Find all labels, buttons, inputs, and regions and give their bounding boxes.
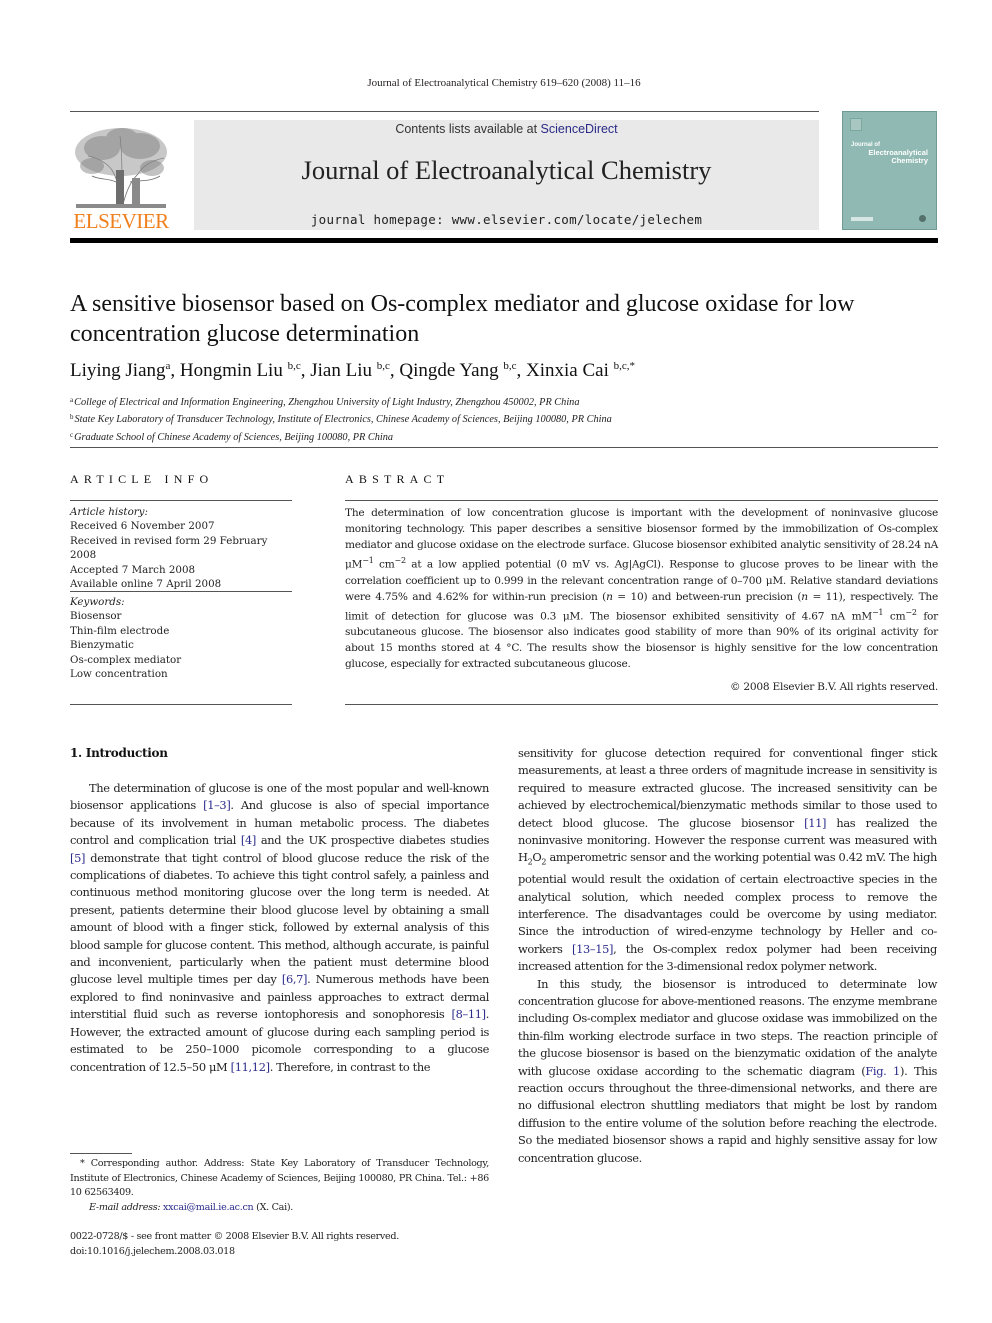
citation-link[interactable]: [5] (70, 851, 85, 865)
history-list: Received 6 November 2007 Received in revi… (70, 519, 292, 591)
article-title: A sensitive biosensor based on Os-comple… (70, 291, 855, 347)
corresponding-author-footnote: * Corresponding author. Address: State K… (70, 1157, 489, 1215)
cover-footer-logo (851, 217, 873, 221)
elsevier-wordmark: ELSEVIER (73, 209, 169, 233)
email-suffix: (X. Cai). (253, 1201, 294, 1213)
keywords-block: Keywords: Biosensor Thin-film electrode Bi… (70, 595, 292, 681)
author-name[interactable]: Hongmin Liu (180, 360, 288, 381)
abstract-bottom-rule (345, 704, 938, 705)
sciencedirect-link[interactable]: ScienceDirect (541, 122, 618, 136)
article-history: Article history: Received 6 November 200… (70, 505, 292, 591)
citation-link[interactable]: [6,7] (282, 972, 308, 986)
author-affiliation-marker[interactable]: b,c (377, 360, 390, 372)
paragraph: In this study, the biosensor is introduc… (518, 976, 937, 1165)
citation-link[interactable]: [13–15] (572, 942, 613, 956)
author-affiliation-marker[interactable]: b,c (503, 360, 516, 372)
running-head: Journal of Electroanalytical Chemistry 6… (367, 77, 641, 89)
history-label: Article history: (70, 506, 148, 518)
article-info-bottom-rule (70, 704, 292, 705)
citation-link[interactable]: [8–11] (451, 1007, 486, 1021)
author-name[interactable]: Xinxia Cai (526, 360, 614, 381)
header-thick-rule (70, 238, 938, 243)
citation-link[interactable]: [1–3] (203, 798, 231, 812)
keyword-item: Bienzymatic (70, 639, 134, 652)
keyword-item: Os-complex mediator (70, 653, 182, 666)
author-name[interactable]: Jian Liu (310, 360, 377, 381)
paragraph: sensitivity for glucose detection requir… (518, 746, 937, 974)
email-label: E-mail address: (89, 1201, 161, 1213)
issn-line: 0022-0728/$ - see front matter © 2008 El… (70, 1231, 400, 1242)
citation-link[interactable]: [11,12] (231, 1060, 270, 1074)
affiliation: cGraduate School of Chinese Academy of S… (70, 430, 394, 443)
body-column-right: sensitivity for glucose detection requir… (518, 745, 937, 1167)
author-affiliation-marker[interactable]: b,c (288, 360, 301, 372)
history-item: Received 6 November 2007 (70, 520, 215, 533)
author-name[interactable]: Liying Jiang (70, 360, 166, 381)
footnote-rule (70, 1153, 132, 1154)
abstract-text: The determination of low concentration g… (345, 507, 939, 671)
paragraph: The determination of glucose is one of t… (70, 781, 490, 1074)
cover-footer-seal-icon (919, 215, 926, 222)
author-affiliation-marker[interactable]: a (166, 360, 171, 372)
author-list: Liying Jianga, Hongmin Liu b,c, Jian Liu… (70, 360, 635, 381)
history-item: Accepted 7 March 2008 (70, 563, 196, 576)
cover-elsevier-icon (850, 118, 862, 131)
section-heading-introduction: 1. Introduction (70, 746, 168, 760)
elsevier-logo[interactable]: ELSEVIER (70, 120, 172, 233)
citation-link[interactable]: Fig. 1 (865, 1064, 900, 1078)
history-item: Available online 7 April 2008 (70, 578, 222, 591)
affiliation: aCollege of Electrical and Information E… (70, 396, 580, 408)
journal-banner: Contents lists available at ScienceDirec… (194, 120, 819, 230)
journal-title[interactable]: Journal of Electroanalytical Chemistry (194, 155, 819, 186)
contents-prefix: Contents lists available at (395, 122, 541, 136)
abstract-heading: ABSTRACT (345, 472, 450, 486)
keywords-list: Biosensor Thin-film electrode Bienzymatic O… (70, 609, 292, 681)
article-info-heading: ARTICLE INFO (70, 472, 214, 486)
abstract-rule (345, 500, 938, 501)
affiliation: bState Key Laboratory of Transducer Tech… (70, 413, 612, 426)
keywords-rule (70, 591, 292, 592)
cover-title: Electroanalytical Chemistry (868, 149, 928, 165)
journal-homepage[interactable]: journal homepage: www.elsevier.com/locat… (194, 212, 819, 227)
issn-block: 0022-0728/$ - see front matter © 2008 El… (70, 1230, 399, 1259)
keyword-item: Low concentration (70, 668, 168, 681)
affiliations: aCollege of Electrical and Information E… (70, 393, 612, 445)
author-name[interactable]: Qingde Yang (399, 360, 503, 381)
cover-title-line3: Chemistry (891, 156, 928, 165)
article-info-rule (70, 500, 292, 501)
citation-link[interactable]: [11] (804, 816, 826, 830)
elsevier-tree-icon (75, 128, 167, 209)
author-affiliation-marker[interactable]: b,c,* (614, 360, 635, 372)
body-column-left: The determination of glucose is one of t… (70, 780, 489, 1076)
citation-link[interactable]: [4] (241, 833, 256, 847)
journal-cover-thumbnail[interactable]: Journal of Electroanalytical Chemistry (842, 111, 937, 230)
contents-line: Contents lists available at ScienceDirec… (194, 122, 819, 136)
history-item: Received in revised form 29 February 200… (70, 534, 268, 562)
footnote-text: Corresponding author. Address: State Key… (70, 1158, 489, 1199)
email-link[interactable]: xxcai@mail.ie.ac.cn (163, 1202, 254, 1213)
doi-line[interactable]: doi:10.1016/j.jelechem.2008.03.018 (70, 1245, 399, 1260)
keyword-item: Thin-film electrode (70, 624, 170, 637)
keyword-item: Biosensor (70, 610, 122, 623)
abstract-copyright: © 2008 Elsevier B.V. All rights reserved… (729, 681, 938, 693)
keywords-label: Keywords: (70, 596, 125, 608)
affiliation-rule (70, 447, 938, 448)
header-rule (70, 111, 819, 112)
